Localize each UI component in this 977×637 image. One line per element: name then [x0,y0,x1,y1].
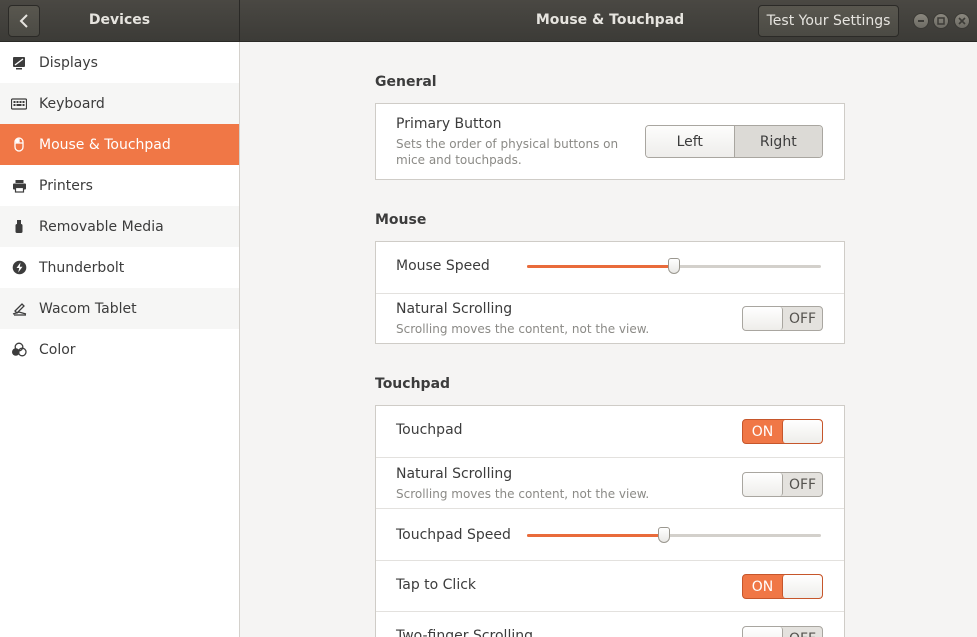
printer-icon [11,178,27,194]
sidebar-title: Devices [88,12,151,28]
sidebar-item-wacom-tablet[interactable]: Wacom Tablet [0,288,239,329]
maximize-icon [937,17,945,25]
mouse-natural-scrolling-label: Natural Scrolling [396,301,513,317]
primary-left-button[interactable]: Left [646,126,734,157]
sidebar-item-displays[interactable]: Displays [0,42,239,83]
thunderbolt-icon [11,260,27,276]
touchpad-row: Touchpad ON [376,406,844,457]
primary-right-button[interactable]: Right [733,126,822,157]
touchpad-natural-scrolling-description: Scrolling moves the content, not the vie… [396,487,650,501]
switch-state: OFF [788,310,817,327]
slider-thumb[interactable] [658,527,670,543]
tap-to-click-label: Tap to Click [396,577,477,593]
section-title-touchpad: Touchpad [375,376,451,392]
two-finger-scrolling-row: Two-finger Scrolling OFF [376,611,844,637]
touchpad-speed-label: Touchpad Speed [396,527,511,543]
touchpad-natural-scrolling-switch[interactable]: OFF [742,472,823,497]
tap-to-click-row: Tap to Click ON [376,560,844,611]
minimize-icon [918,20,924,22]
sidebar: Displays Keyboard Mouse & Touchpad Print… [0,42,239,637]
sidebar-divider [239,42,240,637]
sidebar-item-printers[interactable]: Printers [0,165,239,206]
header-bar: Devices Mouse & Touchpad Test Your Setti… [0,0,977,42]
minimize-button[interactable] [913,13,929,29]
switch-state: ON [751,578,774,595]
sidebar-item-label: Keyboard [39,95,105,112]
touchpad-natural-scrolling-label: Natural Scrolling [396,466,513,482]
general-frame: Primary Button Sets the order of physica… [375,103,845,180]
tablet-icon [11,301,27,317]
primary-button-label: Primary Button [396,116,502,132]
mouse-natural-scrolling-description: Scrolling moves the content, not the vie… [396,322,650,336]
switch-state: ON [751,423,774,440]
slider-thumb[interactable] [668,258,680,274]
mouse-frame: Mouse Speed Natural Scrolling Scrolling … [375,241,845,344]
primary-button-toggle: Left Right [645,125,823,158]
sidebar-item-keyboard[interactable]: Keyboard [0,83,239,124]
slider-fill [527,534,664,537]
header-separator [239,0,240,42]
switch-state: OFF [788,476,817,493]
mouse-speed-slider[interactable] [527,258,821,274]
switch-state: OFF [783,627,822,637]
two-finger-scrolling-label: Two-finger Scrolling [396,628,533,637]
touchpad-natural-scrolling-row: Natural Scrolling Scrolling moves the co… [376,457,844,508]
usb-drive-icon [11,219,27,235]
tap-to-click-switch[interactable]: ON [742,574,823,599]
mouse-speed-label: Mouse Speed [396,258,490,274]
mouse-speed-row: Mouse Speed [376,242,844,293]
section-title-general: General [375,74,437,90]
sidebar-item-label: Mouse & Touchpad [39,136,171,153]
touchpad-speed-slider[interactable] [527,527,821,543]
primary-button-row: Primary Button Sets the order of physica… [376,104,844,179]
touchpad-frame: Touchpad ON Natural Scrolling Scrolling … [375,405,845,637]
sidebar-item-label: Wacom Tablet [39,300,137,317]
sidebar-item-label: Thunderbolt [39,259,125,276]
mouse-icon [11,137,27,153]
close-button[interactable] [954,13,970,29]
mouse-natural-scrolling-switch[interactable]: OFF [742,306,823,331]
touchpad-speed-row: Touchpad Speed [376,508,844,560]
slider-fill [527,265,674,268]
mouse-natural-scrolling-row: Natural Scrolling Scrolling moves the co… [376,293,844,343]
primary-button-description: Sets the order of physical buttons on mi… [396,137,619,167]
switch-knob [743,627,783,637]
sidebar-item-thunderbolt[interactable]: Thunderbolt [0,247,239,288]
section-title-mouse: Mouse [375,212,427,228]
sidebar-item-label: Printers [39,177,93,194]
two-finger-scrolling-switch[interactable]: OFF [742,626,823,637]
keyboard-icon [11,96,27,112]
display-icon [11,55,27,71]
sidebar-item-label: Color [39,341,76,358]
test-settings-button[interactable]: Test Your Settings [758,5,899,37]
sidebar-item-color[interactable]: Color [0,329,239,370]
maximize-button[interactable] [933,13,949,29]
close-icon [958,17,966,25]
sidebar-item-removable-media[interactable]: Removable Media [0,206,239,247]
sidebar-item-mouse-touchpad[interactable]: Mouse & Touchpad [0,124,239,165]
switch-knob [782,575,822,598]
touchpad-label: Touchpad [396,422,463,438]
color-icon [11,342,27,358]
sidebar-item-label: Removable Media [39,218,164,235]
sidebar-item-label: Displays [39,54,98,71]
switch-knob [743,473,783,496]
switch-knob [782,420,822,443]
switch-knob [743,307,783,330]
page-title: Mouse & Touchpad [535,12,685,28]
touchpad-switch[interactable]: ON [742,419,823,444]
